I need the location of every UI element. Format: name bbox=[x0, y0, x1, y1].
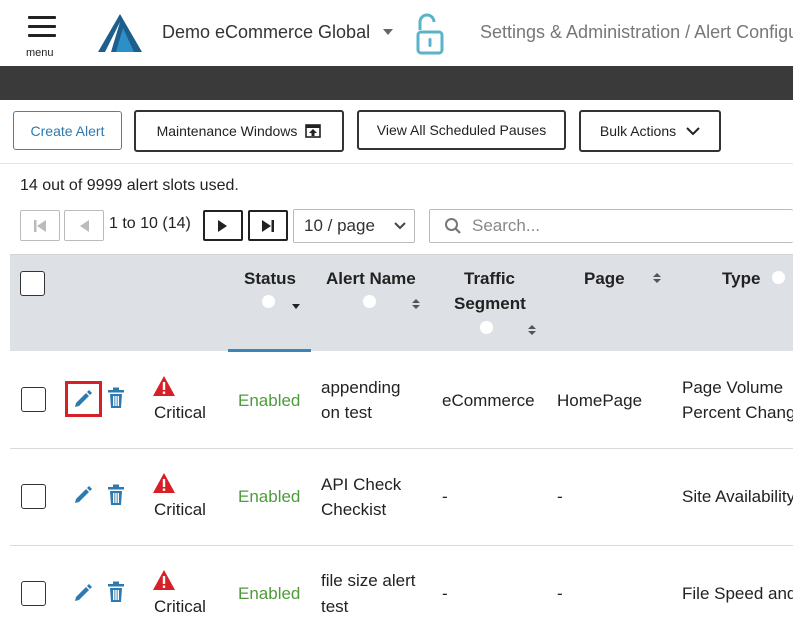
breadcrumb: Settings & Administration / Alert Config… bbox=[480, 22, 793, 42]
prev-page-button[interactable] bbox=[64, 210, 104, 241]
menu-button[interactable]: menu bbox=[22, 12, 62, 60]
edit-pencil-icon[interactable] bbox=[73, 389, 93, 409]
type-line2: Percent Change bbox=[682, 403, 793, 422]
row-checkbox[interactable] bbox=[21, 387, 46, 412]
search-box[interactable] bbox=[429, 209, 793, 243]
divider bbox=[0, 163, 793, 164]
select-all-checkbox[interactable] bbox=[20, 271, 45, 296]
info-icon[interactable] bbox=[772, 271, 785, 284]
table-header: Status Alert Name Traffic Segment Page T… bbox=[10, 254, 793, 351]
column-alert-name[interactable]: Alert Name bbox=[326, 269, 416, 289]
next-page-icon bbox=[218, 219, 227, 232]
page-value: HomePage bbox=[557, 391, 643, 410]
menu-icon-bar bbox=[28, 34, 56, 37]
row-checkbox[interactable] bbox=[21, 484, 46, 509]
maintenance-windows-button[interactable]: Maintenance Windows bbox=[134, 110, 344, 152]
alert-name-line1: appending bbox=[321, 378, 401, 397]
edit-pencil-icon[interactable] bbox=[73, 485, 93, 505]
alert-name-line1: API Check bbox=[321, 475, 402, 494]
severity-label: Critical bbox=[154, 500, 206, 519]
traffic-segment-value: - bbox=[442, 487, 448, 506]
create-alert-button[interactable]: Create Alert bbox=[13, 111, 122, 150]
first-page-button[interactable] bbox=[20, 210, 60, 241]
column-traffic-segment-line1[interactable]: Traffic bbox=[464, 269, 515, 289]
alert-name-line2: test bbox=[321, 597, 349, 616]
lock-open-icon[interactable] bbox=[410, 12, 444, 56]
severity-label: Critical bbox=[154, 403, 206, 422]
page-size-select[interactable]: 10 / page bbox=[293, 209, 415, 243]
view-scheduled-pauses-button[interactable]: View All Scheduled Pauses bbox=[357, 110, 566, 150]
column-traffic-segment-line2[interactable]: Segment bbox=[454, 294, 526, 314]
warning-icon bbox=[153, 473, 175, 493]
traffic-segment-value: - bbox=[442, 584, 448, 603]
chevron-down-icon[interactable] bbox=[383, 29, 393, 35]
trash-icon[interactable] bbox=[107, 387, 125, 409]
row-checkbox[interactable] bbox=[21, 581, 46, 606]
account-name[interactable]: Demo eCommerce Global bbox=[162, 22, 370, 43]
alert-name-line2: on test bbox=[321, 403, 373, 422]
alert-name-line1: file size alert bbox=[321, 571, 416, 590]
table-row[interactable]: Critical Enabled API Check Checkist - - … bbox=[10, 449, 793, 546]
alert-slots-text: 14 out of 9999 alert slots used. bbox=[20, 177, 239, 194]
trash-icon[interactable] bbox=[107, 581, 125, 603]
type-line1: Page Volume bbox=[682, 378, 784, 397]
search-icon bbox=[445, 218, 461, 234]
warning-icon bbox=[153, 570, 175, 590]
first-page-icon bbox=[34, 219, 46, 232]
info-icon[interactable] bbox=[363, 295, 376, 308]
last-page-icon bbox=[262, 219, 274, 232]
alert-name-line2: Checkist bbox=[321, 500, 387, 519]
trash-icon[interactable] bbox=[107, 484, 125, 506]
chevron-down-icon bbox=[686, 126, 700, 135]
sort-icon[interactable] bbox=[412, 298, 420, 310]
page-range: 1 to 10 (14) bbox=[109, 215, 191, 232]
edit-pencil-icon[interactable] bbox=[73, 583, 93, 603]
page-size-value: 10 / page bbox=[304, 216, 375, 235]
prev-page-icon bbox=[80, 219, 89, 232]
column-page[interactable]: Page bbox=[584, 269, 625, 289]
info-icon[interactable] bbox=[480, 321, 493, 334]
table-row[interactable]: Critical Enabled appending on test eComm… bbox=[10, 352, 793, 449]
warning-icon bbox=[153, 376, 175, 396]
page-value: - bbox=[557, 584, 563, 603]
brand-logo[interactable] bbox=[96, 12, 144, 54]
maintenance-windows-label: Maintenance Windows bbox=[156, 123, 298, 139]
bulk-actions-label: Bulk Actions bbox=[599, 123, 677, 139]
type-line1: File Speed and bbox=[682, 584, 793, 603]
table-row[interactable]: Critical Enabled file size alert test - … bbox=[10, 546, 793, 637]
status-value: Enabled bbox=[238, 584, 301, 603]
bulk-actions-button[interactable]: Bulk Actions bbox=[579, 110, 721, 152]
status-value: Enabled bbox=[238, 391, 301, 410]
traffic-segment-value: eCommerce bbox=[442, 391, 535, 410]
severity-label: Critical bbox=[154, 597, 206, 616]
info-icon[interactable] bbox=[262, 295, 275, 308]
chevron-down-icon bbox=[394, 222, 406, 230]
menu-icon-bar bbox=[28, 25, 56, 28]
search-input[interactable] bbox=[472, 216, 772, 236]
sort-icon[interactable] bbox=[653, 272, 661, 284]
page-value: - bbox=[557, 487, 563, 506]
next-page-button[interactable] bbox=[203, 210, 243, 241]
status-value: Enabled bbox=[238, 487, 301, 506]
upload-icon bbox=[305, 124, 322, 138]
sub-navbar bbox=[0, 66, 793, 100]
menu-label: menu bbox=[26, 47, 54, 59]
menu-icon-bar bbox=[28, 16, 56, 19]
sort-icon[interactable] bbox=[292, 300, 300, 312]
column-type[interactable]: Type bbox=[722, 269, 760, 289]
top-header: menu Demo eCommerce Global Settings & Ad… bbox=[0, 0, 793, 66]
type-line1: Site Availability bbox=[682, 487, 793, 506]
last-page-button[interactable] bbox=[248, 210, 288, 241]
sort-icon[interactable] bbox=[528, 324, 536, 336]
column-status[interactable]: Status bbox=[244, 269, 296, 289]
